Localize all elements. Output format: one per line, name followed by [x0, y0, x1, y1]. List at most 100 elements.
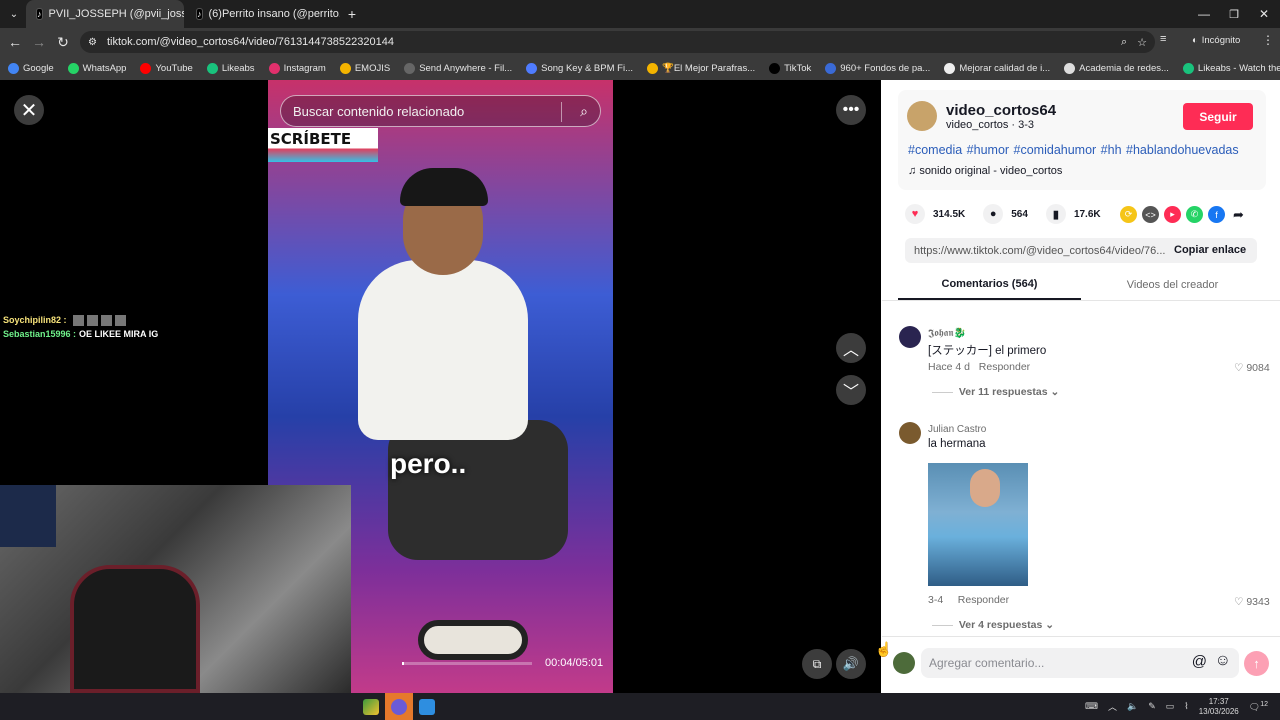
site-info-icon[interactable]: ⚙ [88, 37, 97, 48]
send-comment-button[interactable]: ↑ [1244, 651, 1269, 676]
new-tab-icon[interactable]: + [340, 2, 364, 26]
restore-icon[interactable]: ❐ [1222, 2, 1246, 26]
comment-sticker-image[interactable] [928, 463, 1028, 586]
facebook-icon[interactable]: f [1208, 206, 1225, 223]
engagement-stats: ♥ 314.5K ● 564 ▮ 17.6K [905, 204, 1101, 224]
progress-fill [402, 662, 404, 665]
bookmark-item[interactable]: EMOJIS [339, 62, 390, 74]
reply-button[interactable]: Responder [958, 594, 1009, 606]
close-window-icon[interactable]: ✕ [1252, 2, 1276, 26]
bookmarks-bar: Google WhatsApp YouTube Likeabs Instagram EMO… [0, 56, 1280, 80]
emoji-icon[interactable]: ☺ [1215, 652, 1231, 670]
copy-link-button[interactable]: Copiar enlace [1174, 244, 1246, 256]
comment-icon[interactable]: ● [983, 204, 1004, 224]
bookmark-star-icon[interactable]: ☆ [1137, 36, 1147, 49]
floating-player-button[interactable]: ⧉ [802, 649, 832, 679]
tab-comments[interactable]: Comentarios (564) [898, 270, 1081, 300]
tab-search-icon[interactable]: ⌄ [2, 2, 26, 26]
taskbar-app-2[interactable] [385, 693, 413, 720]
reload-icon[interactable]: ↻ [51, 30, 75, 54]
chat-line: Sebastian15996 : OE LIKEE MIRA IG [3, 327, 158, 341]
bookmark-item[interactable]: 🏆El Mejor Parafras... [647, 62, 755, 74]
comment-like[interactable]: ♡ 9084 [1234, 362, 1270, 374]
send-icon[interactable]: ▸ [1164, 206, 1181, 223]
bookmark-item[interactable]: Google [8, 62, 54, 74]
previous-video-button[interactable]: ︿ [836, 333, 866, 363]
sound-link[interactable]: ♫ sonido original - video_cortos [908, 165, 1062, 177]
browser-tab-1[interactable]: ♪ PVII_JOSSEPH (@pvii_josse 🔊 ✕ [26, 0, 184, 28]
reply-button[interactable]: Responder [979, 361, 1030, 373]
video-stage: SCRÍBETE pero.. 00:04/05:01 Soychipilin8… [0, 80, 881, 693]
mention-icon[interactable]: @ [1192, 653, 1207, 670]
creator-avatar[interactable] [907, 101, 937, 131]
bookmark-item[interactable]: Academia de redes... [1064, 62, 1169, 74]
creator-username[interactable]: video_cortos64 [946, 102, 1056, 119]
incognito-indicator[interactable]: ◐ Incógnito [1192, 35, 1240, 46]
bookmark-item[interactable]: Song Key & BPM Fi... [526, 62, 633, 74]
tab-list-icon[interactable]: ≡ [1160, 33, 1166, 45]
bookmark-item[interactable]: Send Anywhere - Fil... [404, 62, 513, 74]
heart-outline-icon: ♡ [1234, 596, 1247, 608]
bookmark-label: Send Anywhere - Fil... [419, 62, 513, 74]
bookmark-label: Song Key & BPM Fi... [541, 62, 633, 74]
more-options-button[interactable]: ••• [836, 95, 866, 125]
tray-chevron-icon[interactable]: ︿ [1108, 700, 1117, 713]
repost-icon[interactable]: ⟳ [1120, 206, 1137, 223]
clock[interactable]: 17:37 13/03/2026 [1199, 697, 1239, 717]
volume-button[interactable]: 🔊 [836, 649, 866, 679]
volume-icon[interactable]: 🔈 [1127, 701, 1138, 712]
comment-text: [ステッカー] el primero [928, 345, 1047, 357]
search-icon[interactable]: ⌕ [580, 103, 588, 120]
progress-bar[interactable] [402, 662, 532, 665]
bookmark-item[interactable]: Mejorar calidad de i... [944, 62, 1050, 74]
minimize-icon[interactable]: — [1192, 2, 1216, 26]
embed-icon[interactable]: <> [1142, 206, 1159, 223]
share-buttons: ⟳ <> ▸ ✆ f ➦ [1120, 206, 1247, 223]
player-head [970, 469, 1000, 507]
close-video-button[interactable]: ✕ [14, 95, 44, 125]
notifications-icon[interactable]: 🗨12 [1249, 701, 1268, 713]
comment-avatar[interactable] [899, 326, 921, 348]
view-replies-label: Ver 11 respuestas [958, 386, 1048, 398]
tab-creator-videos[interactable]: Videos del creador [1081, 270, 1264, 300]
taskbar-app-1[interactable] [357, 693, 385, 720]
person-pants [388, 420, 568, 560]
creator-subtitle: video_cortos · 3-3 [946, 119, 1035, 131]
wifi-icon[interactable]: ⌇ [1184, 701, 1188, 712]
next-video-button[interactable]: ﹀ [836, 375, 866, 405]
keyboard-icon[interactable]: ⌨ [1085, 701, 1098, 712]
comment-input[interactable]: Agregar comentario... @ ☺ [921, 648, 1239, 678]
pen-icon[interactable]: ✎ [1148, 701, 1156, 712]
chat-emote-icon [86, 315, 98, 327]
view-replies-button[interactable]: —— Ver 4 respuestas ⌄ [932, 619, 1054, 631]
browser-tab-2[interactable]: ♪ (6)Perrito insano (@perrito.insa ✕ [186, 0, 340, 28]
chat-line: Soychipilin82 : [3, 313, 158, 327]
comment-username[interactable]: 𝕵𝖔𝖍𝖆𝖓🐉 [928, 328, 966, 339]
bookmark-icon[interactable]: ▮ [1045, 204, 1066, 224]
comment-avatar[interactable] [899, 422, 921, 444]
back-icon[interactable]: ← [3, 30, 27, 54]
bookmark-item[interactable]: Likeabs - Watch the... [1182, 62, 1280, 74]
comment-username[interactable]: Julian Castro [928, 424, 986, 435]
view-replies-button[interactable]: —— Ver 11 respuestas ⌄ [932, 386, 1059, 398]
comment-like[interactable]: ♡ 9343 [1234, 596, 1270, 608]
bookmark-item[interactable]: 960+ Fondos de pa... [825, 62, 930, 74]
taskbar-app-3[interactable] [413, 693, 441, 720]
heart-icon[interactable]: ♥ [905, 204, 925, 224]
menu-icon[interactable]: ⋮ [1262, 33, 1274, 47]
bookmark-item[interactable]: Instagram [268, 62, 326, 74]
sound-label: sonido original - video_cortos [919, 165, 1063, 177]
bookmark-item[interactable]: Likeabs [206, 62, 255, 74]
forward-icon[interactable]: → [27, 30, 51, 54]
share-arrow-icon[interactable]: ➦ [1230, 206, 1247, 223]
network-icon[interactable]: ▭ [1166, 701, 1175, 712]
related-search-input[interactable]: Buscar contenido relacionado ⌕ [280, 95, 601, 127]
bookmark-item[interactable]: WhatsApp [67, 62, 126, 74]
follow-button[interactable]: Seguir [1183, 103, 1253, 130]
whatsapp-icon[interactable]: ✆ [1186, 206, 1203, 223]
address-bar[interactable]: ⚙ tiktok.com/@video_cortos64/video/76131… [80, 31, 1155, 53]
bookmark-item[interactable]: YouTube [140, 62, 193, 74]
bookmark-item[interactable]: TikTok [769, 62, 811, 74]
hashtags[interactable]: #comedia #humor #comidahumor #hh #hablan… [908, 143, 1239, 157]
zoom-icon[interactable]: ⌕ [1121, 36, 1127, 49]
